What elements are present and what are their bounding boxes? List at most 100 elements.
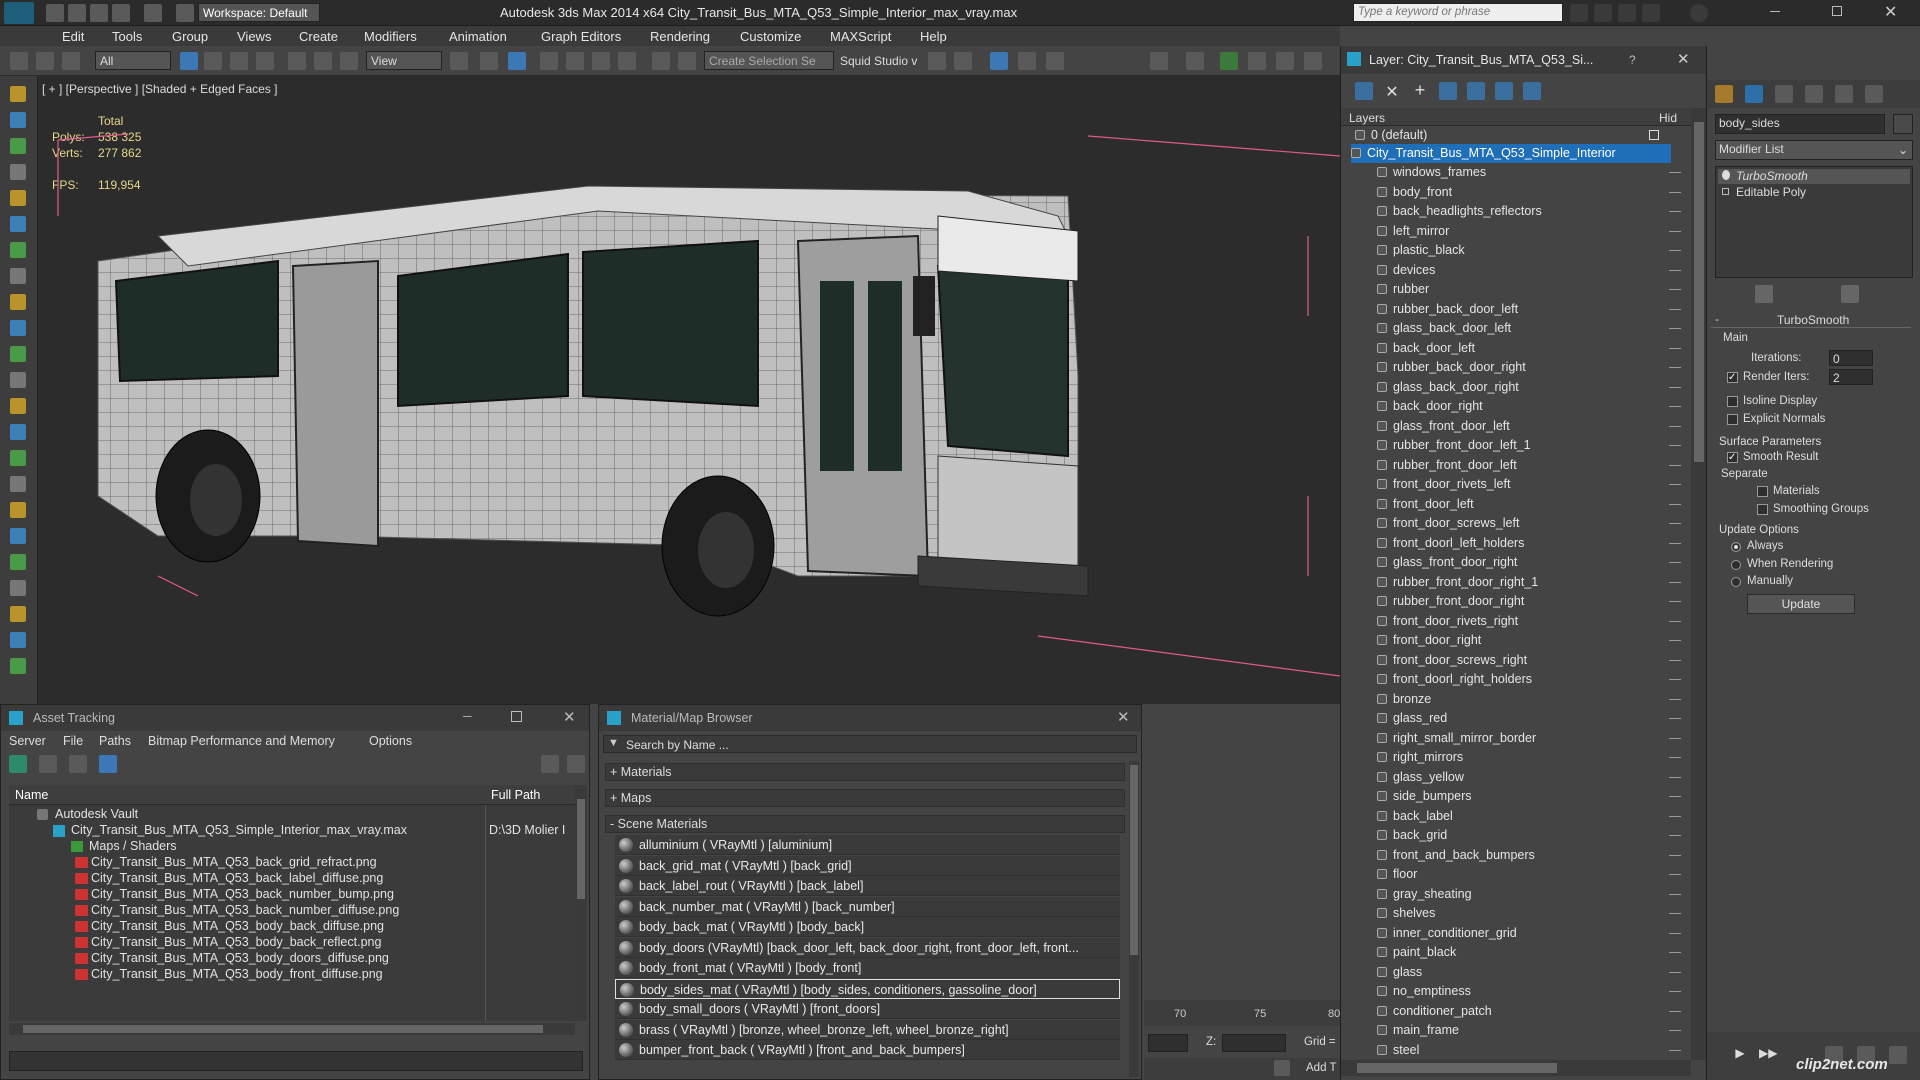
menu-views[interactable]: Views: [237, 29, 271, 44]
scene-materials-list[interactable]: alluminium ( VRayMtl ) [aluminium] back_g…: [599, 835, 1129, 1079]
z-coord-field[interactable]: [1222, 1034, 1286, 1052]
asset-map-row[interactable]: City_Transit_Bus_MTA_Q53_back_label_diff…: [91, 871, 383, 885]
layers-column-header[interactable]: Layers: [1349, 111, 1385, 125]
new-layer-icon[interactable]: +: [1411, 81, 1429, 100]
layer-item[interactable]: plastic_black: [1377, 241, 1687, 260]
layer-item[interactable]: glass_front_door_left: [1377, 417, 1687, 436]
selection-filter-dropdown[interactable]: All: [95, 51, 171, 70]
layer-item[interactable]: front_door_screws_left: [1377, 514, 1687, 533]
unlink-icon[interactable]: [36, 52, 54, 70]
maximize-button[interactable]: [1832, 6, 1842, 16]
layer-item[interactable]: back_grid: [1377, 826, 1687, 845]
ref-coord-dropdown[interactable]: View: [366, 51, 442, 70]
utilities-tab-icon[interactable]: [1865, 85, 1883, 103]
layer-item[interactable]: front_and_back_bumpers: [1377, 846, 1687, 865]
cone-icon[interactable]: [10, 320, 26, 336]
hide-toggle[interactable]: [1669, 874, 1681, 875]
smoothing-groups-checkbox[interactable]: [1757, 504, 1768, 515]
menu-maxscript[interactable]: MAXScript: [830, 29, 891, 44]
open-file-icon[interactable]: [68, 4, 86, 22]
always-radio[interactable]: [1731, 542, 1741, 552]
maps-folder-row[interactable]: Maps / Shaders: [89, 839, 177, 853]
smooth-result-checkbox[interactable]: ✓: [1727, 452, 1738, 463]
hide-toggle[interactable]: [1669, 932, 1681, 934]
hide-toggle[interactable]: [1669, 484, 1681, 485]
hide-toggle[interactable]: [1669, 503, 1681, 505]
layer-item[interactable]: floor: [1377, 865, 1687, 884]
scroll-thumb[interactable]: [1694, 122, 1704, 462]
layer-item[interactable]: rubber_back_door_right: [1377, 358, 1687, 377]
layer-item[interactable]: steel: [1377, 1041, 1687, 1060]
add-to-layer-icon[interactable]: [1439, 82, 1457, 100]
modifier-list-dropdown[interactable]: Modifier List ⌄: [1715, 140, 1913, 160]
asset-map-row[interactable]: City_Transit_Bus_MTA_Q53_body_front_diff…: [91, 967, 383, 981]
layer-item[interactable]: glass_back_door_left: [1377, 319, 1687, 338]
rollout-header[interactable]: - TurboSmooth: [1711, 312, 1911, 328]
layer-item[interactable]: conditioner_patch: [1377, 1002, 1687, 1021]
menu-animation[interactable]: Animation: [449, 29, 507, 44]
align-icon[interactable]: [954, 52, 972, 70]
select-manipulate-icon[interactable]: [480, 52, 498, 70]
layer-item[interactable]: back_door_right: [1377, 397, 1687, 416]
hide-toggle[interactable]: [1669, 1030, 1681, 1031]
timeline-strip[interactable]: 70 75 80: [1144, 1000, 1340, 1026]
scene-material-item[interactable]: body_front_mat ( VRayMtl ) [body_front]: [615, 958, 1120, 978]
tube-icon[interactable]: [10, 502, 26, 518]
sphere-icon[interactable]: [10, 242, 26, 258]
hide-toggle[interactable]: [1669, 640, 1681, 641]
freeze-icon[interactable]: [10, 138, 26, 154]
minimize-button[interactable]: [1770, 11, 1780, 12]
hide-toggle[interactable]: [1669, 464, 1681, 466]
light-icon[interactable]: [10, 346, 26, 362]
binoculars-icon[interactable]: [1570, 4, 1588, 22]
hide-toggle[interactable]: [1669, 347, 1681, 349]
explicit-normals-checkbox[interactable]: [1727, 414, 1738, 425]
mirror-icon[interactable]: [928, 52, 946, 70]
modify-tab-icon[interactable]: [1745, 85, 1763, 103]
asset-menu-server[interactable]: Server: [9, 734, 46, 748]
keyboard-shortcut-icon[interactable]: [508, 52, 526, 70]
thumbnail-view-icon[interactable]: [69, 755, 87, 773]
layer-manager-icon[interactable]: [990, 52, 1008, 70]
hide-toggle[interactable]: [1669, 854, 1681, 856]
hide-toggle[interactable]: [1669, 757, 1681, 758]
redo-icon[interactable]: [144, 4, 162, 22]
layer-item[interactable]: rubber_back_door_left: [1377, 300, 1687, 319]
hide-toggle[interactable]: [1669, 776, 1681, 778]
hierarchy-tab-icon[interactable]: [1775, 85, 1793, 103]
hide-toggle[interactable]: [1669, 1049, 1681, 1051]
select-layer-icon[interactable]: [1467, 82, 1485, 100]
help-icon[interactable]: [1690, 4, 1708, 22]
curve-editor-icon[interactable]: [1046, 52, 1064, 70]
hide-toggle[interactable]: [1669, 269, 1681, 271]
hide-toggle[interactable]: [1669, 425, 1681, 427]
hide-icon[interactable]: [10, 112, 26, 128]
layer-item[interactable]: rubber_front_door_right_1: [1377, 573, 1687, 592]
modifier-stack[interactable]: TurboSmooth Editable Poly: [1715, 166, 1913, 278]
hide-toggle[interactable]: [1669, 367, 1681, 368]
bus-model-wireframe[interactable]: [38, 76, 1340, 704]
hide-toggle[interactable]: [1669, 445, 1681, 446]
orbit-icon[interactable]: [10, 632, 26, 648]
scene-material-item[interactable]: alluminium ( VRayMtl ) [aluminium]: [615, 835, 1120, 855]
move-icon[interactable]: [288, 52, 306, 70]
layer-item[interactable]: no_emptiness: [1377, 982, 1687, 1001]
hide-toggle[interactable]: [1669, 659, 1681, 661]
asset-map-row[interactable]: City_Transit_Bus_MTA_Q53_back_grid_refra…: [91, 855, 377, 869]
shape-icon[interactable]: [10, 190, 26, 206]
named-sets-icon[interactable]: [678, 52, 696, 70]
asset-close-button[interactable]: ✕: [563, 708, 576, 726]
scene-material-item[interactable]: body_sides_mat ( VRayMtl ) [body_sides, …: [615, 978, 1120, 999]
group-icon[interactable]: [10, 164, 26, 180]
matbrowser-search[interactable]: ▼ Search by Name ...: [603, 735, 1137, 753]
layer-panel-help[interactable]: ?: [1629, 53, 1636, 67]
hscroll-thumb[interactable]: [1357, 1063, 1557, 1073]
select-by-name-icon[interactable]: [204, 52, 222, 70]
layer-panel-close-icon[interactable]: ✕: [1677, 50, 1690, 68]
menu-tools[interactable]: Tools: [112, 29, 142, 44]
layer-list-scrollbar[interactable]: [1691, 108, 1707, 1060]
bulb-icon[interactable]: [1722, 170, 1730, 180]
layer-selected[interactable]: City_Transit_Bus_MTA_Q53_Simple_Interior: [1351, 144, 1671, 163]
hide-toggle[interactable]: [1669, 172, 1681, 173]
tools-icon[interactable]: [1594, 4, 1612, 22]
